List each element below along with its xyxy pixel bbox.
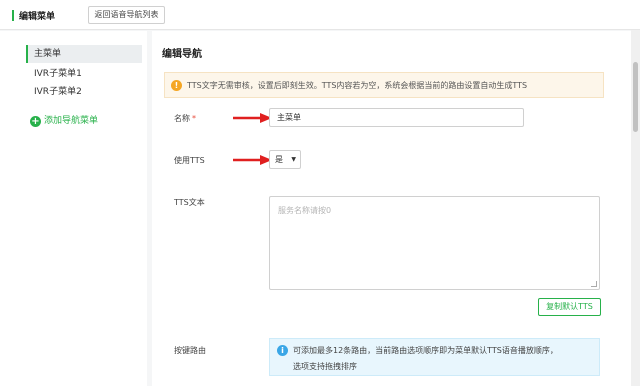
- name-label: 名称 *: [174, 113, 196, 124]
- copy-default-tts-button[interactable]: 复制默认TTS: [538, 298, 601, 316]
- scrollbar[interactable]: [631, 30, 640, 386]
- name-label-text: 名称: [174, 114, 190, 123]
- caret-down-icon: ▼: [291, 156, 296, 163]
- resize-grip-icon[interactable]: [591, 281, 597, 287]
- info-text-line1: 可添加最多12条路由，当前路由选项顺序即为菜单默认TTS语音播放顺序，: [293, 346, 558, 355]
- use-tts-select[interactable]: 是 ▼: [269, 150, 301, 169]
- key-route-label: 按键路由: [174, 346, 206, 355]
- red-arrow-icon: [233, 113, 272, 123]
- plus-circle-icon: +: [30, 116, 41, 127]
- warning-notice: ! TTS文字无需审核，设置后即刻生效。TTS内容若为空，系统会根据当前的路由设…: [164, 72, 604, 98]
- section-title: 编辑导航: [162, 49, 202, 60]
- use-tts-value: 是: [275, 155, 283, 164]
- use-tts-label: 使用TTS: [174, 156, 205, 165]
- required-mark: *: [192, 114, 196, 123]
- add-nav-menu-button[interactable]: + 添加导航菜单: [30, 114, 98, 128]
- page-title: 编辑菜单: [19, 12, 56, 22]
- tts-text-label: TTS文本: [174, 198, 205, 207]
- warning-text: TTS文字无需审核，设置后即刻生效。TTS内容若为空，系统会根据当前的路由设置自…: [187, 81, 528, 90]
- sidebar-item-ivr-submenu-2[interactable]: IVR子菜单2: [26, 83, 142, 101]
- warning-icon: !: [171, 80, 182, 91]
- tts-text-area[interactable]: 服务名称请按0: [269, 196, 600, 290]
- info-text-line2: 选项支持拖拽排序: [293, 362, 357, 371]
- back-to-list-button[interactable]: 返回语音导航列表: [88, 6, 165, 24]
- info-notice: i 可添加最多12条路由，当前路由选项顺序即为菜单默认TTS语音播放顺序， 选项…: [269, 338, 600, 376]
- sidebar-item-main-menu[interactable]: 主菜单: [26, 45, 142, 63]
- main-panel: 编辑导航 ! TTS文字无需审核，设置后即刻生效。TTS内容若为空，系统会根据当…: [152, 31, 640, 386]
- red-arrow-icon: [233, 155, 272, 165]
- add-nav-menu-label: 添加导航菜单: [44, 116, 99, 126]
- name-input[interactable]: 主菜单: [269, 108, 524, 127]
- tts-placeholder: 服务名称请按0: [278, 206, 332, 215]
- info-icon: i: [277, 345, 288, 356]
- sidebar-item-ivr-submenu-1[interactable]: IVR子菜单1: [26, 65, 142, 83]
- sidebar: 主菜单 IVR子菜单1 IVR子菜单2 + 添加导航菜单: [0, 31, 147, 386]
- title-marker: [12, 10, 14, 21]
- top-bar: 编辑菜单 返回语音导航列表: [0, 0, 640, 30]
- scrollbar-thumb[interactable]: [633, 62, 638, 132]
